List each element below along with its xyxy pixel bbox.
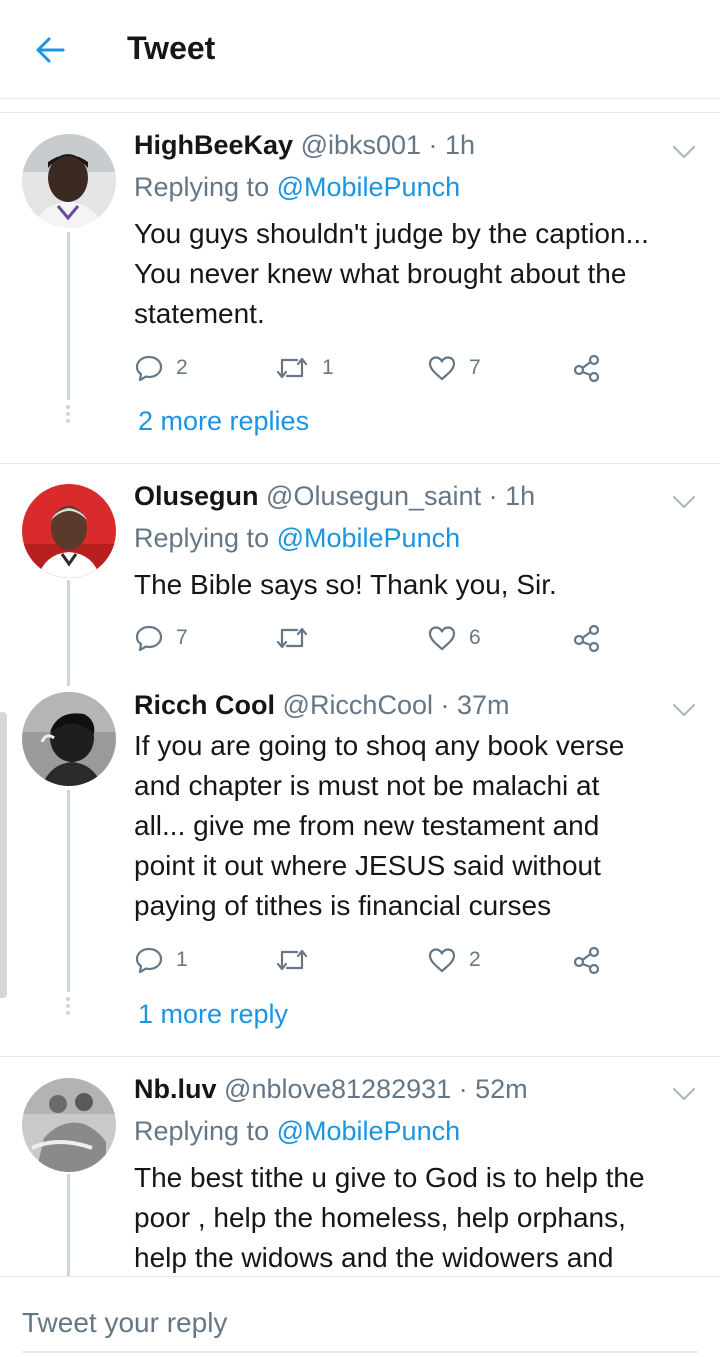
tweet-actions: 1 2 [134, 945, 614, 975]
speech-bubble-icon [135, 355, 163, 382]
retweet-icon [276, 627, 308, 649]
reply-button[interactable]: 1 [134, 945, 188, 975]
reply-count: 1 [176, 948, 188, 971]
author-handle: @RicchCool · 37m [282, 690, 510, 720]
retweet-count: 1 [322, 356, 334, 379]
like-count: 7 [469, 356, 481, 379]
thread-line [67, 1174, 70, 1276]
tweet-text-line: all... give me from new testament and [134, 810, 600, 841]
chevron-down-icon[interactable] [670, 1084, 698, 1104]
input-underline [22, 1351, 698, 1353]
tweet-text-line: paying of tithes is financial curses [134, 890, 552, 921]
reply-composer: Tweet your reply [0, 1276, 720, 1357]
retweet-button[interactable] [274, 623, 322, 653]
tweet-text-line: statement. [134, 298, 265, 329]
share-button[interactable] [572, 353, 602, 383]
more-replies-link[interactable]: 2 more replies [138, 406, 309, 437]
share-button[interactable] [572, 945, 602, 975]
thread-line [67, 580, 70, 686]
avatar-highbeekay[interactable] [22, 134, 116, 228]
thread-line [67, 790, 70, 992]
author-name[interactable]: HighBeeKay [134, 130, 293, 160]
like-button[interactable]: 6 [427, 623, 481, 653]
top-app-bar: Tweet [0, 0, 720, 98]
divider [0, 112, 720, 113]
tweet-text-line: You guys shouldn't judge by the caption.… [134, 218, 649, 249]
tweet-text: You guys shouldn't judge by the caption.… [134, 214, 704, 334]
tweet-header: Olusegun @Olusegun_saint · 1h [134, 481, 535, 512]
tweet-text-line: The Bible says so! Thank you, Sir. [134, 569, 557, 600]
share-button[interactable] [572, 623, 602, 653]
tweet-actions: 7 6 [134, 623, 614, 653]
tweet-text-line: poor , help the homeless, help orphans, [134, 1202, 626, 1233]
arrow-left-icon [36, 37, 65, 63]
author-name[interactable]: Nb.luv [134, 1074, 217, 1104]
author-handle: @Olusegun_saint · 1h [266, 481, 536, 511]
reply-input[interactable]: Tweet your reply [22, 1307, 227, 1339]
mention-link[interactable]: @MobilePunch [277, 1116, 461, 1146]
reply-count: 2 [176, 356, 188, 379]
replying-to: Replying to @MobilePunch [134, 172, 460, 203]
like-count: 2 [469, 948, 481, 971]
speech-bubble-icon [135, 625, 163, 652]
divider [0, 1056, 720, 1057]
tweet-text-line: help the widows and the widowers and [134, 1242, 614, 1273]
reply-button[interactable]: 2 [134, 353, 188, 383]
chevron-down-icon[interactable] [670, 142, 698, 162]
heart-icon [428, 626, 456, 651]
replying-to-prefix: Replying to [134, 172, 277, 202]
scrollbar[interactable] [0, 712, 7, 998]
mention-link[interactable]: @MobilePunch [277, 523, 461, 553]
author-handle: @ibks001 · 1h [300, 130, 476, 160]
like-button[interactable]: 2 [427, 945, 481, 975]
replying-to-prefix: Replying to [134, 523, 277, 553]
heart-icon [428, 356, 456, 381]
divider [0, 463, 720, 464]
avatar-olusegun[interactable] [22, 484, 116, 578]
retweet-icon [276, 949, 308, 971]
like-button[interactable]: 7 [427, 353, 481, 383]
retweet-icon [276, 357, 308, 379]
tweet-actions: 2 1 7 [134, 353, 614, 383]
thread-dots [66, 405, 70, 423]
chevron-down-icon[interactable] [670, 700, 698, 720]
author-name[interactable]: Ricch Cool [134, 690, 275, 720]
tweet-text-line: point it out where JESUS said without [134, 850, 601, 881]
like-count: 6 [469, 626, 481, 649]
tweet-header: Ricch Cool @RicchCool · 37m [134, 690, 510, 721]
thread-line [67, 232, 70, 400]
avatar-nbluv[interactable] [22, 1078, 116, 1172]
mention-link[interactable]: @MobilePunch [277, 172, 461, 202]
speech-bubble-icon [135, 947, 163, 974]
header-divider [0, 98, 720, 99]
replying-to-prefix: Replying to [134, 1116, 277, 1146]
tweet-text-line: You never knew what brought about the [134, 258, 627, 289]
retweet-button[interactable] [274, 945, 322, 975]
tweet-text: If you are going to shoq any book verse … [134, 726, 704, 926]
heart-icon [428, 948, 456, 973]
reply-count: 7 [176, 626, 188, 649]
tweet-text: The best tithe u give to God is to help … [134, 1158, 704, 1278]
tweet-text-line: If you are going to shoq any book verse [134, 730, 625, 761]
tweet-header: HighBeeKay @ibks001 · 1h [134, 130, 475, 161]
avatar-ricchcool[interactable] [22, 692, 116, 786]
replying-to: Replying to @MobilePunch [134, 1116, 460, 1147]
tweet-text: The Bible says so! Thank you, Sir. [134, 565, 704, 605]
thread-dots [66, 997, 70, 1015]
tweet-text-line: The best tithe u give to God is to help … [134, 1162, 645, 1193]
reply-button[interactable]: 7 [134, 623, 188, 653]
retweet-button[interactable]: 1 [274, 353, 334, 383]
tweet-header: Nb.luv @nblove81282931 · 52m [134, 1074, 528, 1105]
share-icon [573, 624, 600, 653]
tweet-text-line: and chapter is must not be malachi at [134, 770, 600, 801]
author-name[interactable]: Olusegun [134, 481, 259, 511]
chevron-down-icon[interactable] [670, 492, 698, 512]
author-handle: @nblove81282931 · 52m [224, 1074, 528, 1104]
back-button[interactable] [28, 28, 72, 72]
share-icon [573, 946, 600, 975]
share-icon [573, 354, 600, 383]
more-replies-link[interactable]: 1 more reply [138, 999, 288, 1030]
replying-to: Replying to @MobilePunch [134, 523, 460, 554]
page-title: Tweet [127, 30, 216, 66]
